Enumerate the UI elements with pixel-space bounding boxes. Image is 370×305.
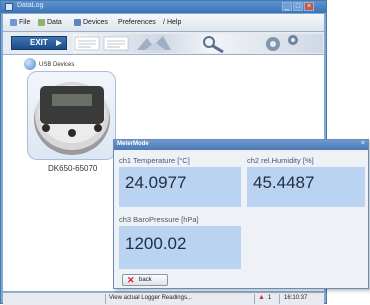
status-separator [254,294,255,304]
dialog-close-icon[interactable]: × [361,140,365,147]
usb-devices-label: USB Devices [39,62,75,68]
ch1-value: 24.0977 [125,173,187,192]
status-time: 16:10:37 [284,295,308,301]
data-icon [38,19,45,26]
menu-devices[interactable]: Devices [71,17,111,28]
status-separator [105,294,106,304]
ch3-label: ch3 BaroPressure [hPa] [119,215,199,224]
exit-arrow-icon [56,40,62,46]
minimize-button[interactable]: _ [282,2,292,11]
ch2-value: 45.4487 [253,173,315,192]
status-message: View actual Logger Readings... [109,295,192,301]
usb-globe-icon [24,58,36,70]
back-label: back [139,277,152,283]
status-page: 1 [268,295,272,301]
status-separator [279,294,280,304]
warning-icon: ▲ [258,294,265,301]
menu-file-label: File [19,19,31,26]
menu-data[interactable]: Data [35,17,65,28]
toolbar-banner [73,34,323,54]
menu-help-label: Help [166,19,182,26]
close-button[interactable]: × [304,2,314,11]
device-id-label: DK650-65070 [48,164,98,173]
exit-button[interactable]: EXIT [11,36,67,50]
ch3-value: 1200.02 [125,234,187,253]
dialog-title-bar: MeterMode × [114,140,368,150]
menu-preferences[interactable]: Preferences [115,17,159,28]
menu-preferences-label: Preferences [118,19,156,26]
banner-graphics-icon [74,35,298,54]
exit-label: EXIT [30,38,48,47]
ch3-value-box: 1200.02 [119,226,241,269]
help-icon: / [163,19,165,26]
ch2-label: ch2 rel.Humidity [%] [247,156,314,165]
devices-icon [74,19,81,26]
maximize-button[interactable]: □ [293,2,303,11]
back-button[interactable]: ✕ back [122,274,168,286]
file-icon [10,19,17,26]
menu-help[interactable]: / Help [160,17,184,28]
menu-data-label: Data [47,19,62,26]
title-bar: DataLog _ □ × [1,1,326,13]
toolbar: EXIT [3,32,324,55]
dialog-title: MeterMode [117,141,149,147]
ch1-label: ch1 Temperature [°C] [119,156,190,165]
window-title: DataLog [17,2,44,9]
device-card[interactable] [27,71,116,160]
menu-devices-label: Devices [83,19,108,26]
status-bar: View actual Logger Readings... ▲ 1 16:10… [3,292,324,305]
menu-file[interactable]: File [7,17,33,28]
back-x-icon: ✕ [127,275,135,285]
ch2-value-box: 45.4487 [247,167,365,207]
ch1-value-box: 24.0977 [119,167,241,207]
meter-mode-dialog: MeterMode × ch1 Temperature [°C] 24.0977… [113,139,369,289]
data-logger-icon [34,82,110,155]
menu-bar: File Data Devices Preferences / Help [3,14,324,32]
app-icon [5,3,13,11]
